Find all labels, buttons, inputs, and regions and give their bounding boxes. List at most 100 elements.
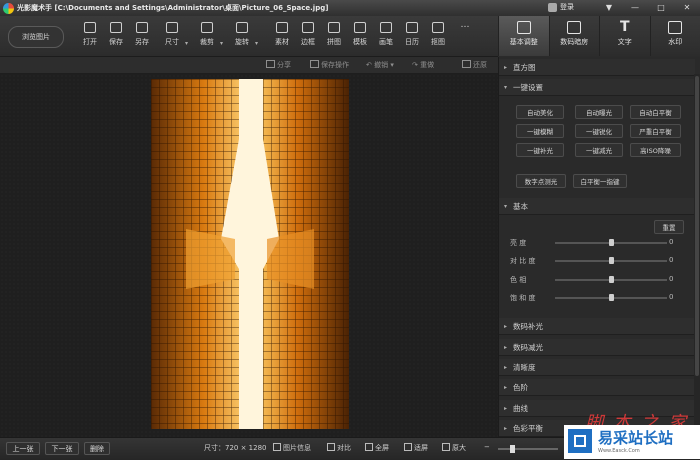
undo-button[interactable]: ↶ 撤销 ▾: [366, 60, 394, 70]
save-icon: [110, 22, 122, 33]
one-click-blur-button[interactable]: 一键模糊: [516, 124, 564, 138]
zoom-slider[interactable]: [498, 448, 558, 450]
brush-button[interactable]: 画笔: [373, 22, 399, 47]
tab-watermark[interactable]: 水印: [650, 16, 700, 56]
calendar-button[interactable]: 日历: [399, 22, 425, 47]
rotate-button[interactable]: 旋转▾: [229, 22, 255, 47]
section-clarity[interactable]: ▸清晰度: [499, 359, 695, 376]
fit-screen-button[interactable]: 适屏: [404, 443, 428, 453]
one-click-sharpen-button[interactable]: 一键锐化: [575, 124, 623, 138]
spot-metering-button[interactable]: 数字点测光: [516, 174, 566, 188]
calendar-icon: [406, 22, 418, 33]
tab-text[interactable]: T文字: [599, 16, 650, 56]
crop-dropdown-icon[interactable]: ▾: [220, 40, 223, 47]
restore-button[interactable]: 还原: [462, 60, 487, 70]
one-click-reduce-light-button[interactable]: 一键减光: [575, 143, 623, 157]
cutout-button[interactable]: 抠图: [425, 22, 451, 47]
menu-dropdown-button[interactable]: ▼: [600, 2, 618, 13]
auto-white-balance-button[interactable]: 自动白平衡: [630, 105, 681, 119]
panel-tabs: 基本调整 数码暗房 T文字 水印: [498, 16, 700, 56]
hue-label: 色 相: [510, 275, 526, 285]
contrast-slider[interactable]: [555, 260, 667, 262]
compare-icon: [327, 443, 335, 451]
slider-thumb[interactable]: [609, 276, 614, 283]
resize-dropdown-icon[interactable]: ▾: [185, 40, 188, 47]
reset-button[interactable]: 重置: [654, 220, 684, 234]
brightness-slider[interactable]: [555, 242, 667, 244]
hue-slider[interactable]: [555, 279, 667, 281]
compare-button[interactable]: 对比: [327, 443, 351, 453]
severe-white-balance-button[interactable]: 严重白平衡: [630, 124, 681, 138]
material-icon: [276, 22, 288, 33]
slider-thumb[interactable]: [609, 257, 614, 264]
close-button[interactable]: ✕: [678, 2, 696, 13]
auto-beautify-button[interactable]: 自动美化: [516, 105, 564, 119]
puzzle-button[interactable]: 拼图: [321, 22, 347, 47]
section-basic[interactable]: ▾基本: [499, 198, 695, 215]
saturation-label: 饱 和 度: [510, 293, 535, 303]
prev-image-button[interactable]: 上一张: [6, 442, 40, 455]
section-reduce-light[interactable]: ▸数码减光: [499, 339, 695, 356]
chevron-right-icon: ▸: [504, 359, 507, 376]
panel-scrollbar[interactable]: [694, 74, 700, 436]
info-icon: [273, 443, 281, 451]
scrollbar-thumb[interactable]: [695, 76, 699, 376]
contrast-value: 0: [669, 256, 673, 264]
saturation-slider[interactable]: [555, 297, 667, 299]
share-icon: [266, 60, 275, 68]
template-button[interactable]: 模板: [347, 22, 373, 47]
watermark-badge: 易采站长站 Www.Easck.Com: [564, 425, 700, 459]
camera-icon: [567, 21, 581, 34]
section-fill-light[interactable]: ▸数码补光: [499, 318, 695, 335]
redo-icon: ↷: [412, 61, 420, 69]
rotate-dropdown-icon[interactable]: ▾: [255, 40, 258, 47]
browse-images-button[interactable]: 浏览图片: [8, 26, 64, 48]
more-tools-button[interactable]: …: [452, 22, 478, 30]
next-image-button[interactable]: 下一张: [45, 442, 79, 455]
adjust-panel: ▸直方图 ▾一键设置 自动美化 自动曝光 自动白平衡 一键模糊 一键锐化 严重白…: [498, 57, 700, 437]
tab-darkroom[interactable]: 数码暗房: [549, 16, 600, 56]
chevron-down-icon: ▾: [504, 79, 507, 96]
crop-button[interactable]: 裁剪▾: [194, 22, 220, 47]
original-size-button[interactable]: 原大: [442, 443, 466, 453]
save-as-button[interactable]: 另存: [129, 22, 155, 47]
material-button[interactable]: 素材: [269, 22, 295, 47]
tab-basic-adjust[interactable]: 基本调整: [498, 16, 549, 56]
image-canvas[interactable]: [0, 74, 498, 437]
image-info-button[interactable]: 图片信息: [273, 443, 311, 453]
slider-thumb[interactable]: [609, 294, 614, 301]
resize-button[interactable]: 尺寸▾: [159, 22, 185, 47]
open-icon: [84, 22, 96, 33]
resize-icon: [166, 22, 178, 33]
slider-thumb[interactable]: [609, 239, 614, 246]
section-levels[interactable]: ▸色阶: [499, 379, 695, 396]
redo-button[interactable]: ↷ 重做: [412, 60, 434, 70]
login-button[interactable]: 登录: [548, 2, 574, 12]
save-as-icon: [136, 22, 148, 33]
border-button[interactable]: 边框: [295, 22, 321, 47]
brightness-value: 0: [669, 238, 673, 246]
zoom-out-icon[interactable]: −: [484, 443, 490, 451]
white-balance-picker-button[interactable]: 白平衡一指键: [573, 174, 627, 188]
one-click-fill-light-button[interactable]: 一键补光: [516, 143, 564, 157]
open-button[interactable]: 打开: [77, 22, 103, 47]
saturation-value: 0: [669, 293, 673, 301]
delete-button[interactable]: 删除: [84, 442, 110, 455]
save-button[interactable]: 保存: [103, 22, 129, 47]
edit-icon: [517, 21, 531, 34]
cutout-icon: [432, 22, 444, 33]
auto-exposure-button[interactable]: 自动曝光: [575, 105, 623, 119]
section-histogram[interactable]: ▸直方图: [499, 59, 695, 76]
maximize-button[interactable]: □: [652, 2, 670, 13]
zoom-slider-thumb[interactable]: [510, 445, 515, 453]
watermark-url: Www.Easck.Com: [598, 448, 640, 454]
save-operation-button[interactable]: 保存操作: [310, 60, 349, 70]
high-iso-denoise-button[interactable]: 高ISO降噪: [630, 143, 681, 157]
border-icon: [302, 22, 314, 33]
section-one-click[interactable]: ▾一键设置: [499, 79, 695, 96]
minimize-button[interactable]: —: [626, 2, 644, 13]
share-button[interactable]: 分享: [266, 60, 291, 70]
fullscreen-button[interactable]: 全屏: [365, 443, 389, 453]
brightness-label: 亮 度: [510, 238, 526, 248]
restore-icon: [462, 60, 471, 68]
